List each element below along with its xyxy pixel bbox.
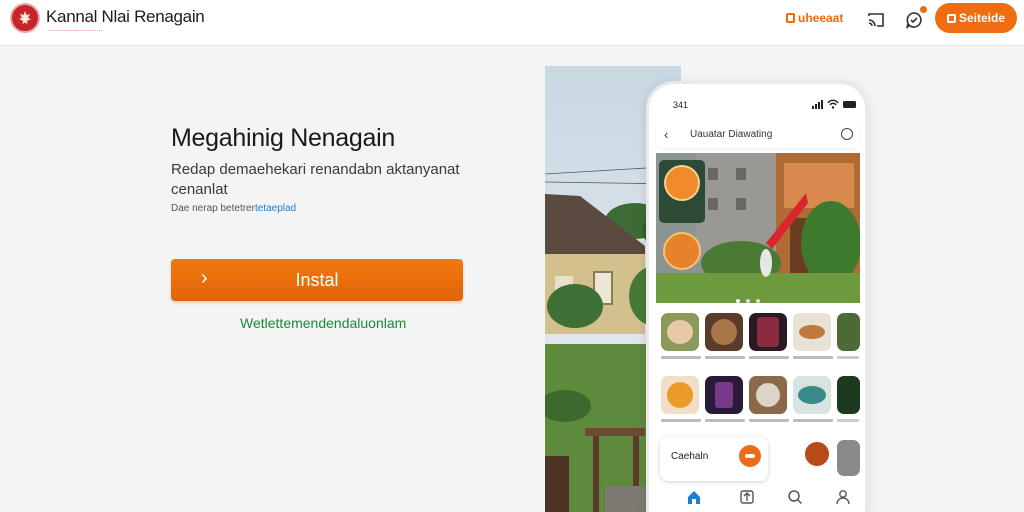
brand-tagline: ............................ (48, 26, 103, 33)
book-icon (946, 14, 956, 23)
promo-badge[interactable] (663, 232, 701, 270)
search-icon[interactable] (841, 128, 853, 140)
app-tile[interactable] (749, 313, 787, 351)
hero-note-link[interactable]: tetaeplad (255, 203, 296, 214)
app-tile[interactable] (705, 313, 743, 351)
app-tile[interactable] (804, 440, 830, 468)
app-tile[interactable] (705, 376, 743, 414)
tile-caption (661, 419, 701, 422)
app-tile[interactable] (661, 313, 699, 351)
app-tile[interactable] (837, 440, 860, 476)
status-time: 341 (673, 100, 689, 110)
carousel-dots[interactable] (736, 290, 766, 308)
maple-leaf-icon (19, 11, 31, 24)
brand-logo[interactable] (10, 3, 40, 33)
app-tile[interactable] (793, 376, 831, 414)
tile-caption (793, 356, 833, 359)
hero-subtitle: Redap demaehekari renandabn aktanyanat c… (171, 161, 460, 198)
app-title: Uauatar Diawating (690, 129, 773, 140)
secondary-link[interactable]: Wetlettemendendaluonlam (240, 315, 406, 331)
profile-icon[interactable] (835, 489, 851, 505)
promo-card[interactable] (659, 160, 705, 223)
install-button[interactable]: › Instal (171, 259, 463, 301)
tile-caption (793, 419, 833, 422)
tile-caption (705, 356, 745, 359)
header-link[interactable]: uheeaat (786, 11, 843, 25)
cast-icon[interactable] (866, 10, 886, 30)
document-icon (786, 13, 795, 23)
gift-icon[interactable] (739, 489, 755, 505)
notification-dot (919, 5, 928, 14)
chip-label: Caehaln (671, 451, 709, 462)
tile-caption (837, 356, 859, 359)
app-tile[interactable] (793, 313, 831, 351)
app-tile[interactable] (837, 376, 860, 414)
install-label: Instal (295, 270, 339, 290)
app-tile[interactable] (661, 376, 699, 414)
home-icon[interactable] (686, 489, 702, 505)
tile-caption (749, 419, 789, 422)
back-icon[interactable]: ‹ (664, 127, 668, 142)
tile-caption (749, 356, 789, 359)
app-tile[interactable] (749, 376, 787, 414)
brand-name: Kannal Nlai Renagain (46, 7, 205, 26)
top-bar: Kannal Nlai Renagain ...................… (0, 0, 1024, 46)
tile-caption (661, 356, 701, 359)
tile-caption (837, 419, 859, 422)
tile-caption (705, 419, 745, 422)
app-tile[interactable] (837, 313, 860, 351)
hero-title: Megahinig Nenagain (171, 124, 395, 152)
hero-note: Dae nerap betetrertetaeplad (171, 203, 297, 214)
status-icons (812, 99, 856, 109)
search-icon[interactable] (787, 489, 803, 505)
chip-action-icon[interactable] (739, 445, 761, 467)
header-action-button[interactable]: Seiteide (935, 3, 1017, 33)
